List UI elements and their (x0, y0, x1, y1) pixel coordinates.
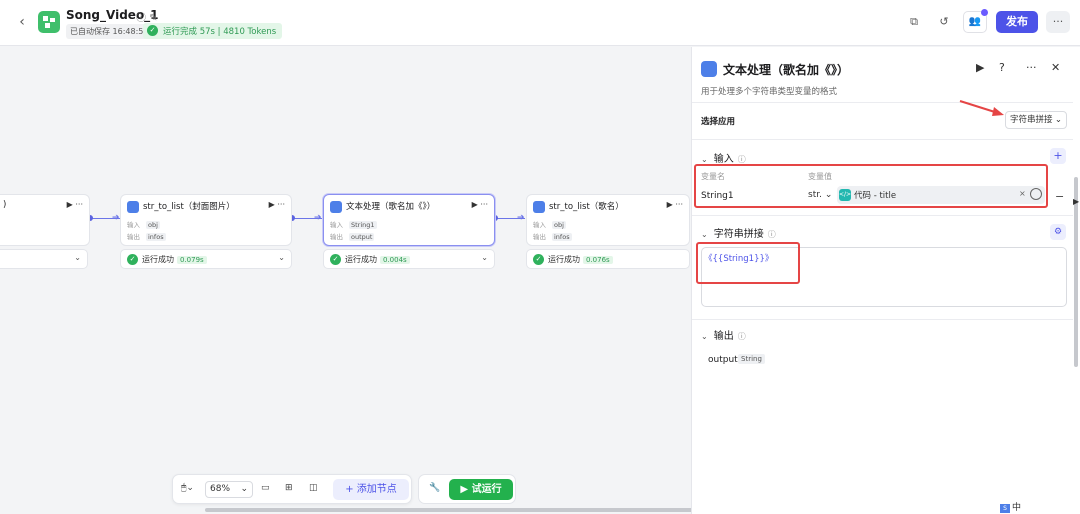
node-input-row: 输入 String1 (330, 221, 377, 229)
input-section-header[interactable]: ⌄ 输入 ⓘ (701, 150, 746, 165)
add-node-button[interactable]: + 添加节点 (333, 479, 409, 500)
node-type-icon (330, 201, 342, 213)
node-input-row: 输入 obj (533, 221, 566, 229)
try-run-button[interactable]: ▶ 试运行 (449, 479, 513, 500)
check-icon: ✓ (127, 254, 138, 265)
chevron-down-icon: ⌄ (240, 484, 248, 494)
more-icon[interactable]: ··· (1026, 61, 1037, 74)
copy-icon[interactable]: ⧉ (906, 14, 922, 30)
layout-icon[interactable]: ⊞ (285, 483, 293, 493)
ime-indicator[interactable]: S中 (1000, 500, 1021, 513)
info-icon: ⓘ (737, 332, 746, 341)
chevron-down-icon: ⌄ (1054, 115, 1062, 125)
workflow-node[interactable]: str_to_list（歌名） ▶ ··· 输入 obj 输出 infos (526, 194, 690, 246)
node-result[interactable]: ⌄ (0, 249, 88, 269)
node-controls[interactable]: ▶ ··· (67, 200, 83, 209)
output-name: output (708, 355, 738, 365)
workflow-node-active[interactable]: 文本处理（歌名加《》） ▶ ··· 输入 String1 输出 output (323, 194, 495, 246)
publish-button[interactable]: 发布 (996, 11, 1038, 33)
output-type-badge: String (738, 354, 765, 364)
comment-icon[interactable]: ▭ (261, 483, 270, 493)
node-title: str_to_list（歌名） (549, 202, 624, 212)
back-icon[interactable]: ‹ (14, 14, 30, 30)
info-edit-icons[interactable]: ⓘ ✎ (136, 9, 158, 24)
node-output-row: 输出 infos (533, 233, 572, 241)
workflow-node[interactable]: ) ▶ ··· (0, 194, 90, 246)
canvas-toolbar: 🖱⌄ 68% ⌄ ▭ ⊞ ◫ + 添加节点 (172, 474, 412, 504)
chevron-right-icon[interactable]: ▶ (1073, 197, 1079, 206)
workflow-node[interactable]: str_to_list（封面图片） ▶ ··· 输入 obj 输出 infos (120, 194, 292, 246)
red-arrow-annotation (959, 100, 1004, 116)
settings-icon[interactable]: ⚙ (1050, 224, 1066, 240)
minimap-icon[interactable]: ◫ (309, 483, 318, 493)
panel-description: 用于处理多个字符串类型变量的格式 (701, 87, 838, 97)
select-app-dropdown[interactable]: 字符串拼接 ⌄ (1005, 111, 1067, 129)
node-title: str_to_list（封面图片） (143, 202, 235, 212)
node-title: 文本处理（歌名加《》） (346, 202, 436, 212)
node-type-icon (533, 201, 545, 213)
node-config-panel: 文本处理（歌名加《》） ▶ ? ··· ✕ 用于处理多个字符串类型变量的格式 选… (691, 47, 1080, 514)
chevron-down-icon[interactable]: ⌄ (278, 253, 285, 262)
chevron-down-icon: ⌄ (701, 155, 708, 164)
text-process-icon (701, 61, 717, 77)
remove-variable-icon[interactable]: − (1055, 190, 1064, 203)
node-output-row: 输出 output (330, 233, 375, 241)
notification-dot (981, 9, 988, 16)
node-controls[interactable]: ▶ ··· (667, 200, 683, 209)
node-result[interactable]: ✓ 运行成功 0.076s (526, 249, 690, 269)
check-icon: ✓ (330, 254, 341, 265)
wrench-icon[interactable]: 🔧 (429, 483, 440, 493)
node-result[interactable]: ✓ 运行成功 0.079s ⌄ (120, 249, 292, 269)
output-section-header[interactable]: ⌄ 输出 ⓘ (701, 327, 746, 342)
chevron-down-icon[interactable]: ⌄ (74, 253, 81, 262)
highlight-box (694, 164, 1048, 208)
check-icon: ✓ (147, 25, 158, 36)
node-result[interactable]: ✓ 运行成功 0.004s ⌄ (323, 249, 495, 269)
edge-arrow-icon: ➔ (314, 213, 322, 223)
divider (692, 102, 1073, 103)
chevron-down-icon: ⌄ (701, 230, 708, 239)
chevron-down-icon[interactable]: ⌄ (481, 253, 488, 262)
run-node-icon[interactable]: ▶ (976, 61, 984, 74)
app-logo-icon (38, 11, 60, 33)
run-status-badge: ✓ 运行完成 57s | 4810 Tokens (143, 23, 283, 39)
divider (692, 139, 1073, 140)
horizontal-scrollbar[interactable] (205, 508, 695, 512)
mouse-mode-icon[interactable]: 🖱⌄ (181, 483, 194, 493)
highlight-box (696, 242, 800, 284)
ime-icon: S (1000, 504, 1010, 513)
history-icon[interactable]: ↺ (936, 14, 952, 30)
info-icon: ⓘ (737, 155, 746, 164)
node-controls[interactable]: ▶ ··· (269, 200, 285, 209)
top-bar: ‹ Song_Video_1 ⓘ ✎ 已自动保存 16:48:51 ✓ 运行完成… (0, 0, 1080, 46)
check-icon: ✓ (533, 254, 544, 265)
close-icon[interactable]: ✕ (1051, 61, 1060, 74)
node-type-icon (127, 201, 139, 213)
info-icon: ⓘ (767, 230, 776, 239)
node-output-row: 输出 infos (127, 233, 166, 241)
edge-arrow-icon: ➔ (517, 213, 525, 223)
chevron-down-icon: ⌄ (701, 332, 708, 341)
divider (692, 215, 1073, 216)
autosave-status: 已自动保存 16:48:51 (66, 24, 153, 39)
add-variable-button[interactable]: + (1050, 148, 1066, 164)
edge-arrow-icon: ➔ (112, 213, 120, 223)
concat-section-header[interactable]: ⌄ 字符串拼接 ⓘ (701, 225, 776, 240)
divider (692, 319, 1073, 320)
select-app-label: 选择应用 (701, 117, 736, 127)
panel-title: 文本处理（歌名加《》） (723, 63, 850, 77)
more-button[interactable]: ··· (1046, 11, 1070, 33)
node-input-row: 输入 obj (127, 221, 160, 229)
help-icon[interactable]: ? (999, 61, 1005, 74)
run-toolbar: 🔧 ▶ 试运行 (418, 474, 516, 504)
zoom-select[interactable]: 68% ⌄ (205, 481, 253, 498)
node-controls[interactable]: ▶ ··· (472, 200, 488, 209)
